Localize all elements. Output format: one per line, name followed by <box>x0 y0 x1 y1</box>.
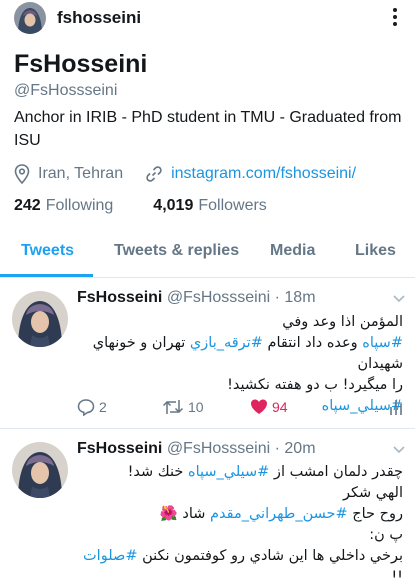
chevron-down-icon[interactable] <box>393 295 405 303</box>
profile-name: FsHosseini <box>14 50 148 78</box>
tweet-line: المؤمن اذا وعد وفي <box>282 314 403 330</box>
top-bar: fshosseini <box>0 0 415 36</box>
more-vertical-icon[interactable] <box>391 6 399 30</box>
tweet-author-name[interactable]: FsHosseini <box>77 440 162 457</box>
like-button[interactable]: 94 <box>250 398 288 416</box>
analytics-button[interactable] <box>389 398 403 416</box>
reply-button[interactable]: 2 <box>77 398 107 416</box>
analytics-icon <box>390 400 402 415</box>
following-count: 242 <box>14 197 41 214</box>
following-label: Following <box>45 197 114 214</box>
profile-location: Iran, Tehran <box>38 165 124 182</box>
tweet-text-span: برخي داخلي ها اين شادي رو كوفتمون نكنن <box>137 548 403 564</box>
tweet-header: FsHosseini @FsHossseini · 18m <box>77 289 316 307</box>
tweet-line: الهي شكر <box>343 485 403 501</box>
retweet-count: 10 <box>188 399 204 415</box>
profile-avatar-small[interactable] <box>14 2 46 34</box>
chevron-down-icon[interactable] <box>393 446 405 454</box>
avatar[interactable] <box>12 442 68 498</box>
tweet-author-name[interactable]: FsHosseini <box>77 289 162 306</box>
tweet-actions: 2 10 94 <box>0 398 402 422</box>
tweet-header: FsHosseini @FsHossseini · 20m <box>77 440 316 458</box>
tab-likes[interactable]: Likes <box>355 242 396 260</box>
hashtag-link[interactable]: #حسن_طهراني_مقدم <box>210 506 348 522</box>
tweet-line: را ميگيرد! ب دو هفته نكشيد! <box>227 377 403 393</box>
tweet-line: #سپاه وعده داد انتقام #ترقه_بازي تهران و… <box>73 333 403 375</box>
heart-icon <box>251 399 267 414</box>
retweet-icon <box>162 400 184 414</box>
hashtag-link[interactable]: #سپاه <box>362 335 403 351</box>
followers-label: Followers <box>198 197 267 214</box>
location-pin-icon <box>14 164 30 184</box>
profile-handle: @FsHossseini <box>14 82 118 99</box>
tweet-text-span: شاد <box>182 506 211 522</box>
tweet-meta: @FsHossseini · 20m <box>166 440 316 457</box>
tweet-line: پ ن: <box>369 527 403 543</box>
like-count: 94 <box>272 399 288 415</box>
tweet[interactable]: FsHosseini @FsHossseini · 18m المؤمن اذا… <box>0 279 415 429</box>
followers-stat[interactable]: 4,019 Followers <box>153 197 267 215</box>
hashtag-link[interactable]: #صلوات <box>83 548 137 564</box>
tweet-text-span: روح حاج <box>347 506 403 522</box>
reply-count: 2 <box>99 399 107 415</box>
followers-count: 4,019 <box>153 197 194 214</box>
tweet-text: چقدر دلمان امشب از #سيلي_سپاه خنك شد! ال… <box>73 462 403 578</box>
tweet-meta: @FsHossseini · 18m <box>166 289 316 306</box>
profile-tabs: Tweets Tweets & replies Media Likes <box>0 230 415 278</box>
following-stat[interactable]: 242 Following <box>14 197 113 215</box>
tweet-text-span: خنك شد! <box>127 464 188 480</box>
top-bar-handle: fshosseini <box>57 8 142 27</box>
follow-stats: 242 Following 4,019 Followers <box>14 197 267 215</box>
retweet-button[interactable]: 10 <box>162 398 204 416</box>
profile-website-link[interactable]: instagram.com/fshosseini/ <box>171 165 356 183</box>
flower-emoji: 🌺 <box>159 506 178 522</box>
active-tab-indicator <box>0 274 93 277</box>
tab-media[interactable]: Media <box>270 242 315 260</box>
profile-bio: Anchor in IRIB - PhD student in TMU - Gr… <box>14 109 402 149</box>
tweet-text-span: !! <box>391 569 403 578</box>
tab-tweets[interactable]: Tweets <box>21 242 74 260</box>
profile-meta: Iran, Tehran instagram.com/fshosseini/ <box>14 163 356 185</box>
tab-tweets-replies[interactable]: Tweets & replies <box>114 242 239 260</box>
tweet-text-span: چقدر دلمان امشب از <box>269 464 403 480</box>
tweet-text-span: وعده داد انتقام <box>262 335 363 351</box>
tweet-line: چقدر دلمان امشب از #سيلي_سپاه خنك شد! <box>73 462 403 483</box>
tweet-line: برخي داخلي ها اين شادي رو كوفتمون نكنن #… <box>73 546 403 578</box>
avatar[interactable] <box>12 291 68 347</box>
link-icon <box>146 166 162 182</box>
reply-icon <box>77 399 95 416</box>
hashtag-link[interactable]: #سيلي_سپاه <box>188 464 269 480</box>
hashtag-link[interactable]: #ترقه_بازي <box>190 335 263 351</box>
tweet[interactable]: FsHosseini @FsHossseini · 20m چقدر دلمان… <box>0 430 415 578</box>
tweet-line: روح حاج #حسن_طهراني_مقدم شاد 🌺 <box>73 504 403 525</box>
